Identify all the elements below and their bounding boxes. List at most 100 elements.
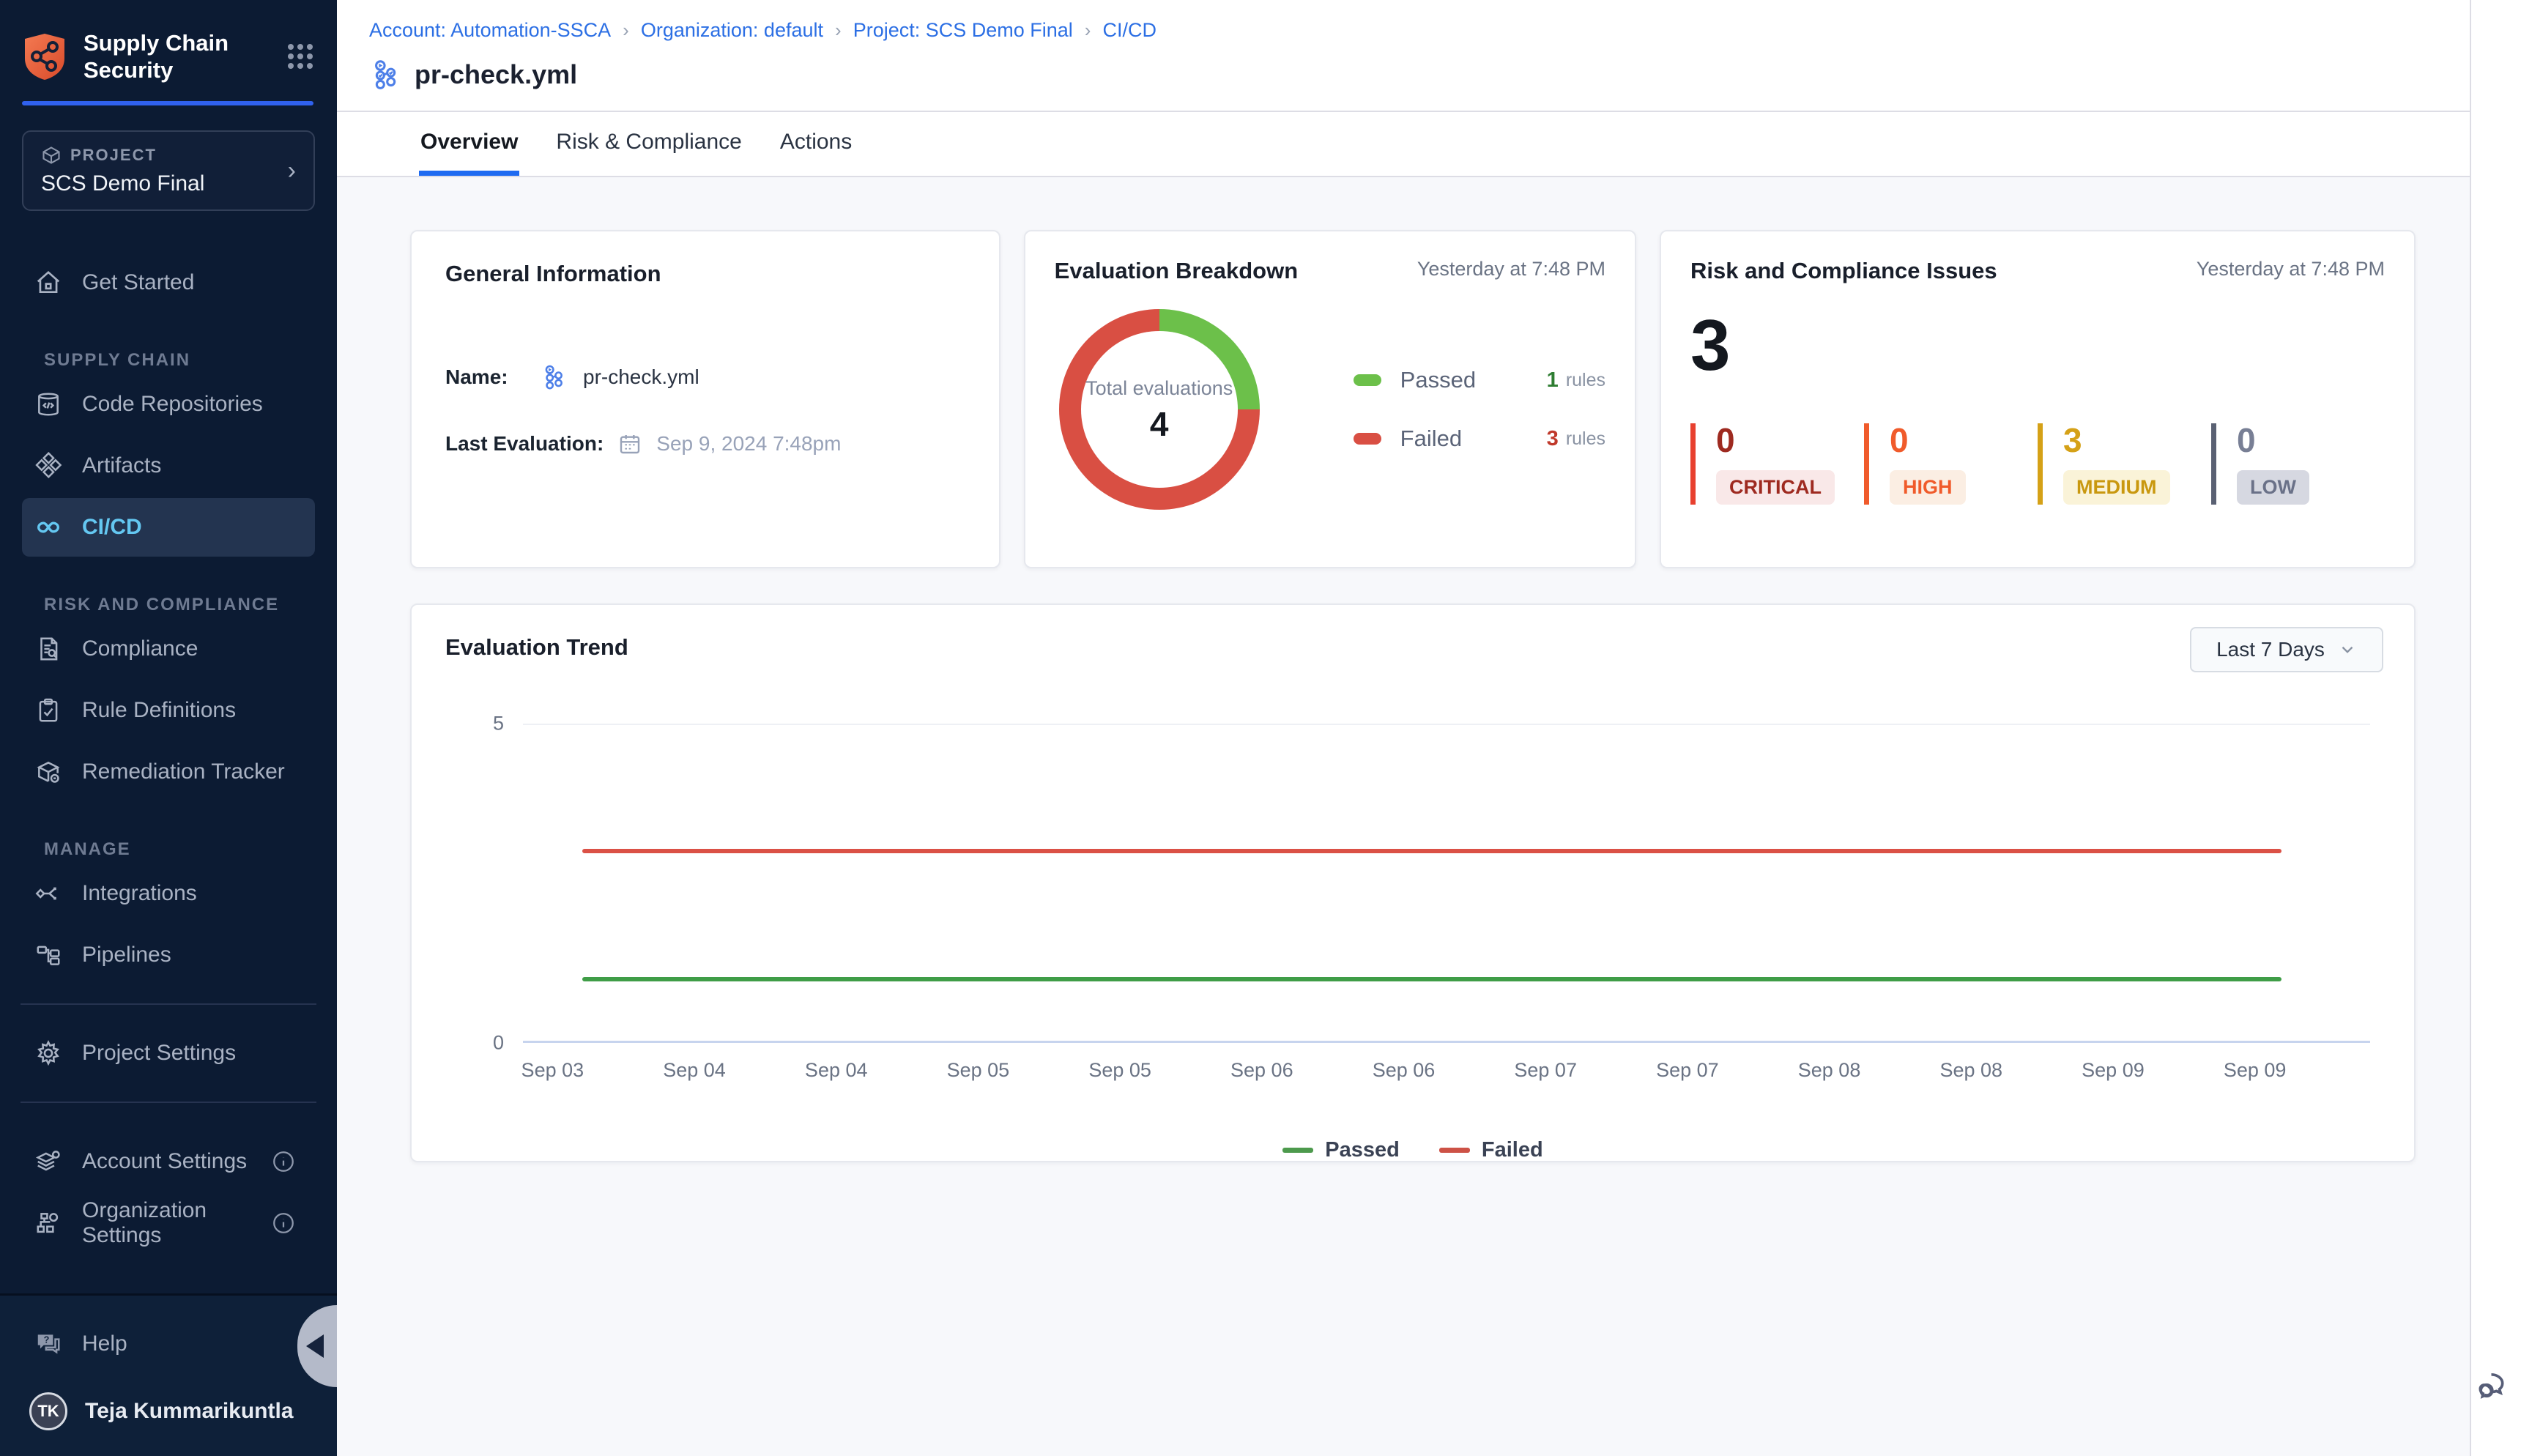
- sidebar-item-help[interactable]: ? Help: [22, 1315, 315, 1373]
- sidebar-item-get-started[interactable]: Get Started: [22, 253, 315, 312]
- x-tick-label: Sep 05: [947, 1059, 1010, 1082]
- evaluation-breakdown-card: Evaluation Breakdown Yesterday at 7:48 P…: [1024, 230, 1636, 568]
- breadcrumb-cicd-link[interactable]: CI/CD: [1102, 19, 1156, 42]
- medium-count: 3: [2063, 423, 2211, 457]
- infinity-icon: [34, 513, 63, 542]
- info-icon[interactable]: [271, 1149, 296, 1174]
- pipeline-icon: [541, 363, 568, 391]
- sidebar-item-integrations[interactable]: Integrations: [22, 864, 315, 923]
- artifacts-icon: [34, 451, 63, 480]
- cube-icon: [41, 145, 62, 166]
- x-tick-label: Sep 06: [1373, 1059, 1436, 1082]
- info-icon[interactable]: [271, 1211, 296, 1236]
- gear-icon: [34, 1039, 63, 1068]
- sidebar-item-project-settings[interactable]: Project Settings: [22, 1024, 315, 1082]
- sidebar-item-remediation-tracker[interactable]: Remediation Tracker: [22, 743, 315, 801]
- x-tick-label: Sep 09: [2224, 1059, 2287, 1082]
- gridline: [523, 724, 2370, 725]
- passed-line-icon: [1282, 1148, 1313, 1153]
- sidebar-item-label: CI/CD: [82, 515, 142, 540]
- sidebar-section-supply-chain: SUPPLY CHAIN: [0, 350, 337, 371]
- sidebar-item-label: Artifacts: [82, 453, 161, 478]
- sidebar-item-rule-definitions[interactable]: Rule Definitions: [22, 681, 315, 740]
- divider: [21, 1102, 316, 1103]
- card-title: Evaluation Trend: [445, 634, 2380, 661]
- medium-badge: MEDIUM: [2063, 470, 2170, 505]
- sidebar-nav: Get Started SUPPLY CHAIN Code Repositori…: [0, 233, 337, 1252]
- sidebar-item-label: Integrations: [82, 881, 197, 906]
- org-chart-gear-icon: [34, 1208, 63, 1238]
- legend-passed: Passed: [1282, 1138, 1400, 1162]
- sidebar: Supply Chain Security PROJECT SCS Demo F…: [0, 0, 337, 1456]
- avatar: TK: [29, 1392, 67, 1430]
- page-header: Account: Automation-SSCA › Organization:…: [337, 0, 2470, 112]
- x-tick-label: Sep 04: [805, 1059, 868, 1082]
- tab-overview[interactable]: Overview: [419, 112, 519, 176]
- x-tick-label: Sep 03: [521, 1059, 584, 1082]
- page-title: pr-check.yml: [415, 59, 577, 90]
- passed-count: 1: [1547, 368, 1559, 393]
- user-menu[interactable]: TK Teja Kummarikuntla: [22, 1392, 315, 1430]
- total-issues-value: 3: [1690, 309, 2385, 381]
- calendar-icon: [618, 432, 642, 456]
- x-axis-ticks: Sep 03Sep 04Sep 04Sep 05Sep 05Sep 06Sep …: [523, 1059, 2370, 1103]
- chart-legend: Passed Failed: [445, 1138, 2380, 1162]
- user-name: Teja Kummarikuntla: [85, 1399, 294, 1424]
- failed-count: 3: [1547, 427, 1559, 451]
- last-evaluation-label: Last Evaluation:: [445, 432, 604, 456]
- tab-risk-compliance[interactable]: Risk & Compliance: [554, 112, 743, 176]
- svg-text:?: ?: [44, 1334, 50, 1345]
- apps-grid-icon[interactable]: [286, 42, 315, 71]
- sidebar-item-label: Compliance: [82, 636, 198, 661]
- y-axis-min-label: 0: [472, 1032, 504, 1055]
- sidebar-item-code-repositories[interactable]: Code Repositories: [22, 375, 315, 434]
- breadcrumb-account-link[interactable]: Account: Automation-SSCA: [369, 19, 611, 42]
- app-title: Supply Chain Security: [83, 29, 270, 83]
- legend-failed: Failed: [1439, 1138, 1543, 1162]
- sidebar-item-organization-settings[interactable]: Organization Settings: [22, 1194, 315, 1252]
- app-logo-row: Supply Chain Security: [0, 0, 337, 83]
- breadcrumb-separator: ›: [623, 19, 629, 42]
- code-repository-icon: [34, 390, 63, 419]
- breadcrumb-project-link[interactable]: Project: SCS Demo Final: [853, 19, 1073, 42]
- card-title: Evaluation Breakdown: [1055, 258, 1298, 284]
- breadcrumb-organization-link[interactable]: Organization: default: [641, 19, 823, 42]
- sidebar-item-account-settings[interactable]: Account Settings: [22, 1132, 315, 1191]
- chart-plot-area: 5 0: [523, 724, 2370, 1043]
- name-value: pr-check.yml: [583, 365, 699, 389]
- x-tick-label: Sep 09: [2082, 1059, 2145, 1082]
- sidebar-item-label: Organization Settings: [82, 1198, 252, 1248]
- failed-line-icon: [1439, 1148, 1470, 1153]
- tab-actions[interactable]: Actions: [779, 112, 853, 176]
- page-content: General Information Name: pr-check.yml L…: [337, 177, 2470, 1456]
- date-range-dropdown[interactable]: Last 7 Days: [2190, 627, 2383, 672]
- main-area: Account: Automation-SSCA › Organization:…: [337, 0, 2521, 1456]
- supply-chain-security-logo-icon: [22, 32, 67, 81]
- right-edge-strip: [2470, 0, 2521, 1456]
- sidebar-section-manage: MANAGE: [0, 839, 337, 860]
- low-badge: LOW: [2237, 470, 2309, 505]
- card-title: Risk and Compliance Issues: [1690, 258, 1997, 284]
- legend-passed: Passed 1 rules: [1354, 367, 1605, 393]
- sidebar-item-pipelines[interactable]: Pipelines: [22, 926, 315, 984]
- x-tick-label: Sep 08: [1798, 1059, 1861, 1082]
- high-count: 0: [1890, 423, 2038, 457]
- sidebar-item-label: Account Settings: [82, 1149, 247, 1174]
- chat-support-icon[interactable]: [2477, 1367, 2515, 1405]
- severity-medium: 3 MEDIUM: [2038, 423, 2211, 505]
- card-title: General Information: [445, 261, 965, 287]
- critical-badge: CRITICAL: [1716, 470, 1835, 505]
- breadcrumb-separator: ›: [835, 19, 842, 42]
- evaluation-trend-chart: 5 0 Sep 03Sep 04Sep 04Sep 05Sep 05Sep 06…: [445, 724, 2380, 1103]
- sidebar-item-artifacts[interactable]: Artifacts: [22, 437, 315, 495]
- evaluation-trend-card: Evaluation Trend Last 7 Days 5 0: [410, 603, 2416, 1162]
- date-range-value: Last 7 Days: [2216, 638, 2325, 661]
- project-selector[interactable]: PROJECT SCS Demo Final ›: [22, 130, 315, 211]
- x-tick-label: Sep 04: [663, 1059, 726, 1082]
- critical-count: 0: [1716, 423, 1864, 457]
- sidebar-item-compliance[interactable]: Compliance: [22, 620, 315, 678]
- sidebar-item-label: Code Repositories: [82, 392, 263, 417]
- integrations-icon: [34, 879, 63, 908]
- tabs-bar: Overview Risk & Compliance Actions: [337, 112, 2470, 177]
- sidebar-item-cicd[interactable]: CI/CD: [22, 498, 315, 557]
